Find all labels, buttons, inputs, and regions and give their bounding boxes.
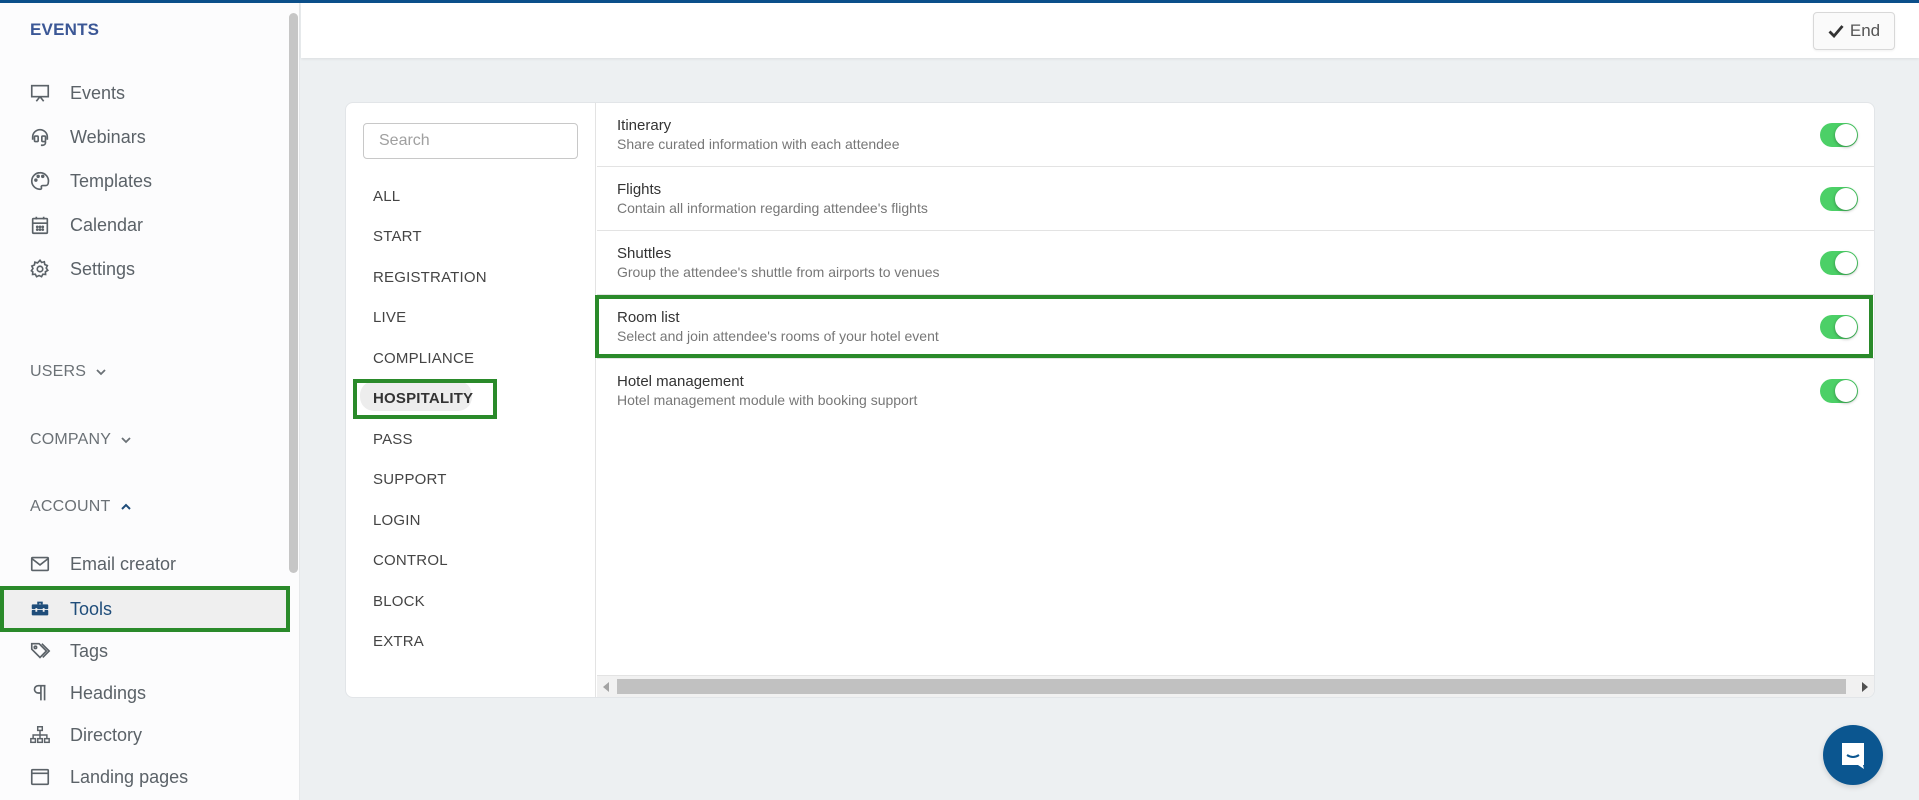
category-control[interactable]: CONTROL xyxy=(373,552,448,569)
scroll-left-arrow-icon[interactable] xyxy=(603,682,609,692)
presentation-icon xyxy=(28,81,52,105)
section-label: COMPANY xyxy=(30,431,112,448)
sidebar-item-label: Calendar xyxy=(70,214,144,235)
sidebar: EVENTS Events Webinars Templates Calenda… xyxy=(0,3,300,800)
module-name: Hotel management xyxy=(617,373,744,390)
sidebar-item-label: Tools xyxy=(70,598,113,619)
module-toggle[interactable] xyxy=(1820,315,1858,339)
tools-panel: ALL START REGISTRATION LIVE COMPLIANCE H… xyxy=(345,102,1875,698)
module-row-room-list: Room list Select and join attendee's roo… xyxy=(597,295,1874,359)
sidebar-item-headings[interactable]: Headings xyxy=(0,673,290,713)
module-name: Itinerary xyxy=(617,117,672,134)
sidebar-item-label: Settings xyxy=(70,258,136,279)
module-list: Itinerary Share curated information with… xyxy=(595,103,1874,697)
module-toggle[interactable] xyxy=(1820,379,1858,403)
category-support[interactable]: SUPPORT xyxy=(373,471,447,488)
module-description: Group the attendee's shuttle from airpor… xyxy=(617,264,940,280)
sidebar-item-label: Email creator xyxy=(70,553,177,574)
tags-icon xyxy=(28,639,52,663)
sidebar-item-label: Templates xyxy=(70,170,153,191)
end-button[interactable]: End xyxy=(1813,12,1895,50)
category-all[interactable]: ALL xyxy=(373,188,400,205)
module-name: Room list xyxy=(617,309,680,326)
search-input[interactable] xyxy=(363,123,578,159)
module-row-shuttles: Shuttles Group the attendee's shuttle fr… xyxy=(597,231,1874,295)
sidebar-section-company[interactable]: COMPANY xyxy=(30,431,132,449)
category-block[interactable]: BLOCK xyxy=(373,593,425,610)
category-list: ALL START REGISTRATION LIVE COMPLIANCE H… xyxy=(346,103,596,697)
sidebar-item-webinars[interactable]: Webinars xyxy=(0,117,290,157)
window-icon xyxy=(28,765,52,789)
category-live[interactable]: LIVE xyxy=(373,309,406,326)
chevron-down-icon xyxy=(96,369,106,376)
module-name: Shuttles xyxy=(617,245,672,262)
module-description: Select and join attendee's rooms of your… xyxy=(617,328,939,344)
chevron-down-icon xyxy=(121,437,131,444)
section-label: USERS xyxy=(30,363,87,380)
horizontal-scrollbar[interactable] xyxy=(597,675,1874,697)
end-button-label: End xyxy=(1849,21,1881,40)
sidebar-section-users[interactable]: USERS xyxy=(30,363,107,381)
sidebar-item-templates[interactable]: Templates xyxy=(0,161,290,201)
category-pass[interactable]: PASS xyxy=(373,431,413,448)
sidebar-item-label: Headings xyxy=(70,682,147,703)
section-label: ACCOUNT xyxy=(30,498,111,515)
sidebar-item-directory[interactable]: Directory xyxy=(0,715,290,755)
module-name: Flights xyxy=(617,181,662,198)
chat-launcher-button[interactable] xyxy=(1823,725,1883,785)
sidebar-item-label: Tags xyxy=(70,640,109,661)
headset-icon xyxy=(28,125,52,149)
paragraph-icon xyxy=(28,681,52,705)
toolbox-icon xyxy=(28,597,52,621)
category-compliance[interactable]: COMPLIANCE xyxy=(373,350,474,367)
sidebar-item-tools[interactable]: Tools xyxy=(0,586,290,632)
sidebar-item-label: Webinars xyxy=(70,126,146,147)
module-toggle[interactable] xyxy=(1820,251,1858,275)
calendar-icon xyxy=(28,213,52,237)
palette-icon xyxy=(28,169,52,193)
category-registration[interactable]: REGISTRATION xyxy=(373,269,487,286)
sidebar-title: EVENTS xyxy=(30,20,100,39)
sidebar-item-landing-pages[interactable]: Landing pages xyxy=(0,757,290,797)
sidebar-item-tags[interactable]: Tags xyxy=(0,631,290,671)
top-bar: End xyxy=(301,3,1919,58)
category-login[interactable]: LOGIN xyxy=(373,512,421,529)
sidebar-item-events[interactable]: Events xyxy=(0,73,290,113)
sidebar-section-account[interactable]: ACCOUNT xyxy=(30,498,132,516)
module-description: Contain all information regarding attend… xyxy=(617,200,928,216)
sidebar-item-label: Directory xyxy=(70,724,143,745)
category-start[interactable]: START xyxy=(373,228,422,245)
sidebar-item-email-creator[interactable]: Email creator xyxy=(0,544,290,584)
module-description: Share curated information with each atte… xyxy=(617,136,900,152)
category-extra[interactable]: EXTRA xyxy=(373,633,424,650)
envelope-icon xyxy=(28,552,52,576)
module-toggle[interactable] xyxy=(1820,123,1858,147)
module-description: Hotel management module with booking sup… xyxy=(617,392,918,408)
chevron-up-icon xyxy=(120,503,131,510)
gear-icon xyxy=(28,257,52,281)
module-toggle[interactable] xyxy=(1820,187,1858,211)
chat-icon xyxy=(1842,743,1864,769)
sidebar-item-label: Landing pages xyxy=(70,766,189,787)
scrollbar-thumb[interactable] xyxy=(617,679,1846,694)
sidebar-scrollbar[interactable] xyxy=(289,13,298,573)
sidebar-item-settings[interactable]: Settings xyxy=(0,249,290,289)
hospitality-highlight-box xyxy=(353,379,497,419)
sidebar-item-calendar[interactable]: Calendar xyxy=(0,205,290,245)
module-row-itinerary: Itinerary Share curated information with… xyxy=(597,103,1874,167)
sitemap-icon xyxy=(28,723,52,747)
module-row-flights: Flights Contain all information regardin… xyxy=(597,167,1874,231)
check-icon xyxy=(1828,25,1844,38)
top-accent-bar xyxy=(0,0,1919,3)
module-row-hotel-management: Hotel management Hotel management module… xyxy=(597,359,1874,423)
scroll-right-arrow-icon[interactable] xyxy=(1862,682,1868,692)
sidebar-item-label: Events xyxy=(70,82,126,103)
